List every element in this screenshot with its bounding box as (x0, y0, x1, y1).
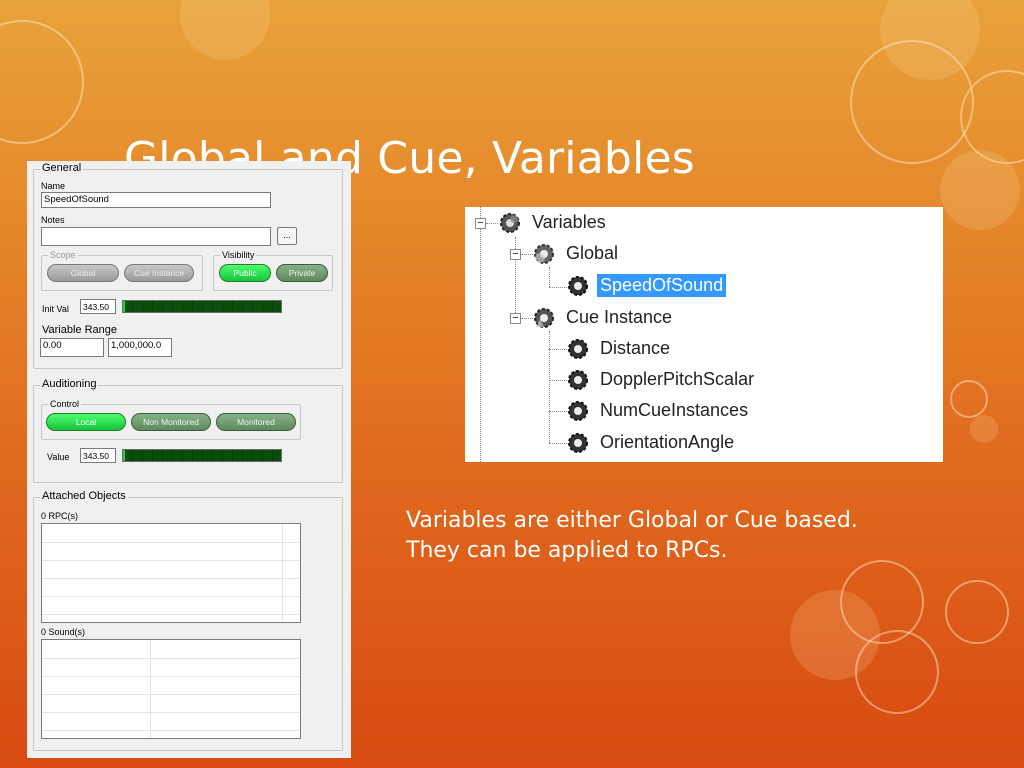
attached-objects-group: Attached Objects 0 RPC(s) 0 Sound(s) (33, 490, 343, 751)
general-legend: General (40, 162, 84, 174)
tree-label-global: Global (566, 243, 619, 263)
cue-instance-knob-icon (534, 307, 554, 328)
notes-label: Notes (41, 215, 65, 225)
value-meter-fill (123, 450, 125, 461)
control-group: Control Local Non Monitored Monitored (41, 399, 301, 440)
visibility-private-button[interactable]: Private (276, 264, 328, 282)
tree-node-dopplerpitchscalar[interactable]: DopplerPitchScalar (567, 368, 757, 391)
auditioning-legend: Auditioning (40, 378, 99, 390)
init-val-field[interactable]: 343.50 (80, 299, 116, 314)
auditioning-group: Auditioning Control Local Non Monitored … (33, 378, 343, 483)
variable-properties-panel: General Name SpeedOfSound Notes ... Scop… (27, 161, 351, 758)
variable-knob-icon (568, 400, 588, 421)
value-meter[interactable] (122, 449, 282, 462)
scope-legend: Scope (48, 250, 78, 260)
general-group: General Name SpeedOfSound Notes ... Scop… (33, 162, 343, 369)
slide-caption: Variables are either Global or Cue based… (406, 506, 858, 566)
control-legend: Control (48, 399, 82, 409)
tree-label-numcueinstances: NumCueInstances (600, 400, 749, 420)
value-label: Value (47, 452, 70, 462)
tree-node-speedofsound[interactable]: SpeedOfSound (567, 274, 727, 297)
tree-node-global[interactable]: Global (533, 242, 621, 265)
variable-knob-icon (568, 338, 588, 359)
tree-label-speedofsound: SpeedOfSound (597, 274, 727, 297)
collapse-variables-toggle[interactable]: − (475, 218, 486, 229)
tree-node-orientationangle[interactable]: OrientationAngle (567, 431, 737, 454)
visibility-group: Visibility Public Private (213, 250, 333, 291)
tree-node-numcueinstances[interactable]: NumCueInstances (567, 399, 751, 422)
visibility-legend: Visibility (220, 250, 257, 260)
init-val-meter[interactable] (122, 300, 282, 313)
notes-field[interactable] (41, 227, 271, 246)
rpc-count-label: 0 RPC(s) (41, 511, 79, 521)
sound-count-label: 0 Sound(s) (41, 627, 86, 637)
variable-range-label: Variable Range (42, 324, 118, 336)
name-field[interactable]: SpeedOfSound (41, 192, 271, 208)
mode-monitored-button[interactable]: Monitored (216, 413, 296, 431)
caption-line-1: Variables are either Global or Cue based… (406, 508, 858, 533)
tree-node-cue-instance[interactable]: Cue Instance (533, 306, 675, 329)
rpc-list[interactable] (41, 523, 301, 623)
mode-local-button[interactable]: Local (46, 413, 126, 431)
variable-knob-icon (568, 432, 588, 453)
attached-objects-legend: Attached Objects (40, 490, 128, 502)
tree-node-variables[interactable]: Variables (499, 211, 609, 234)
sound-list[interactable] (41, 639, 301, 739)
global-knob-icon (534, 243, 554, 264)
visibility-public-button[interactable]: Public (219, 264, 271, 282)
tree-label-distance: Distance (600, 338, 671, 358)
scope-group: Scope Global Cue Instance (41, 250, 203, 291)
range-min-field[interactable]: 0.00 (40, 338, 104, 357)
mode-non-monitored-button[interactable]: Non Monitored (131, 413, 211, 431)
caption-line-2: They can be applied to RPCs. (406, 538, 728, 563)
tree-label-cue-instance: Cue Instance (566, 307, 673, 327)
collapse-global-toggle[interactable]: − (510, 249, 521, 260)
variables-knob-icon (500, 212, 520, 233)
init-val-label: Init Val (42, 304, 69, 314)
scope-global-button[interactable]: Global (47, 264, 119, 282)
variable-knob-icon (568, 275, 588, 296)
init-val-meter-fill (123, 301, 125, 312)
range-max-field[interactable]: 1,000,000.0 (108, 338, 172, 357)
tree-label-dopplerpitchscalar: DopplerPitchScalar (600, 369, 755, 389)
tree-node-distance[interactable]: Distance (567, 337, 673, 360)
value-field[interactable]: 343.50 (80, 448, 116, 463)
notes-browse-button[interactable]: ... (277, 227, 297, 245)
name-label: Name (41, 181, 66, 191)
variables-tree: − − − Variables Global SpeedOfSound Cue … (465, 207, 943, 462)
tree-label-variables: Variables (532, 212, 606, 232)
tree-label-orientationangle: OrientationAngle (600, 432, 735, 452)
scope-cue-instance-button[interactable]: Cue Instance (124, 264, 194, 282)
collapse-cue-instance-toggle[interactable]: − (510, 313, 521, 324)
variable-knob-icon (568, 369, 588, 390)
